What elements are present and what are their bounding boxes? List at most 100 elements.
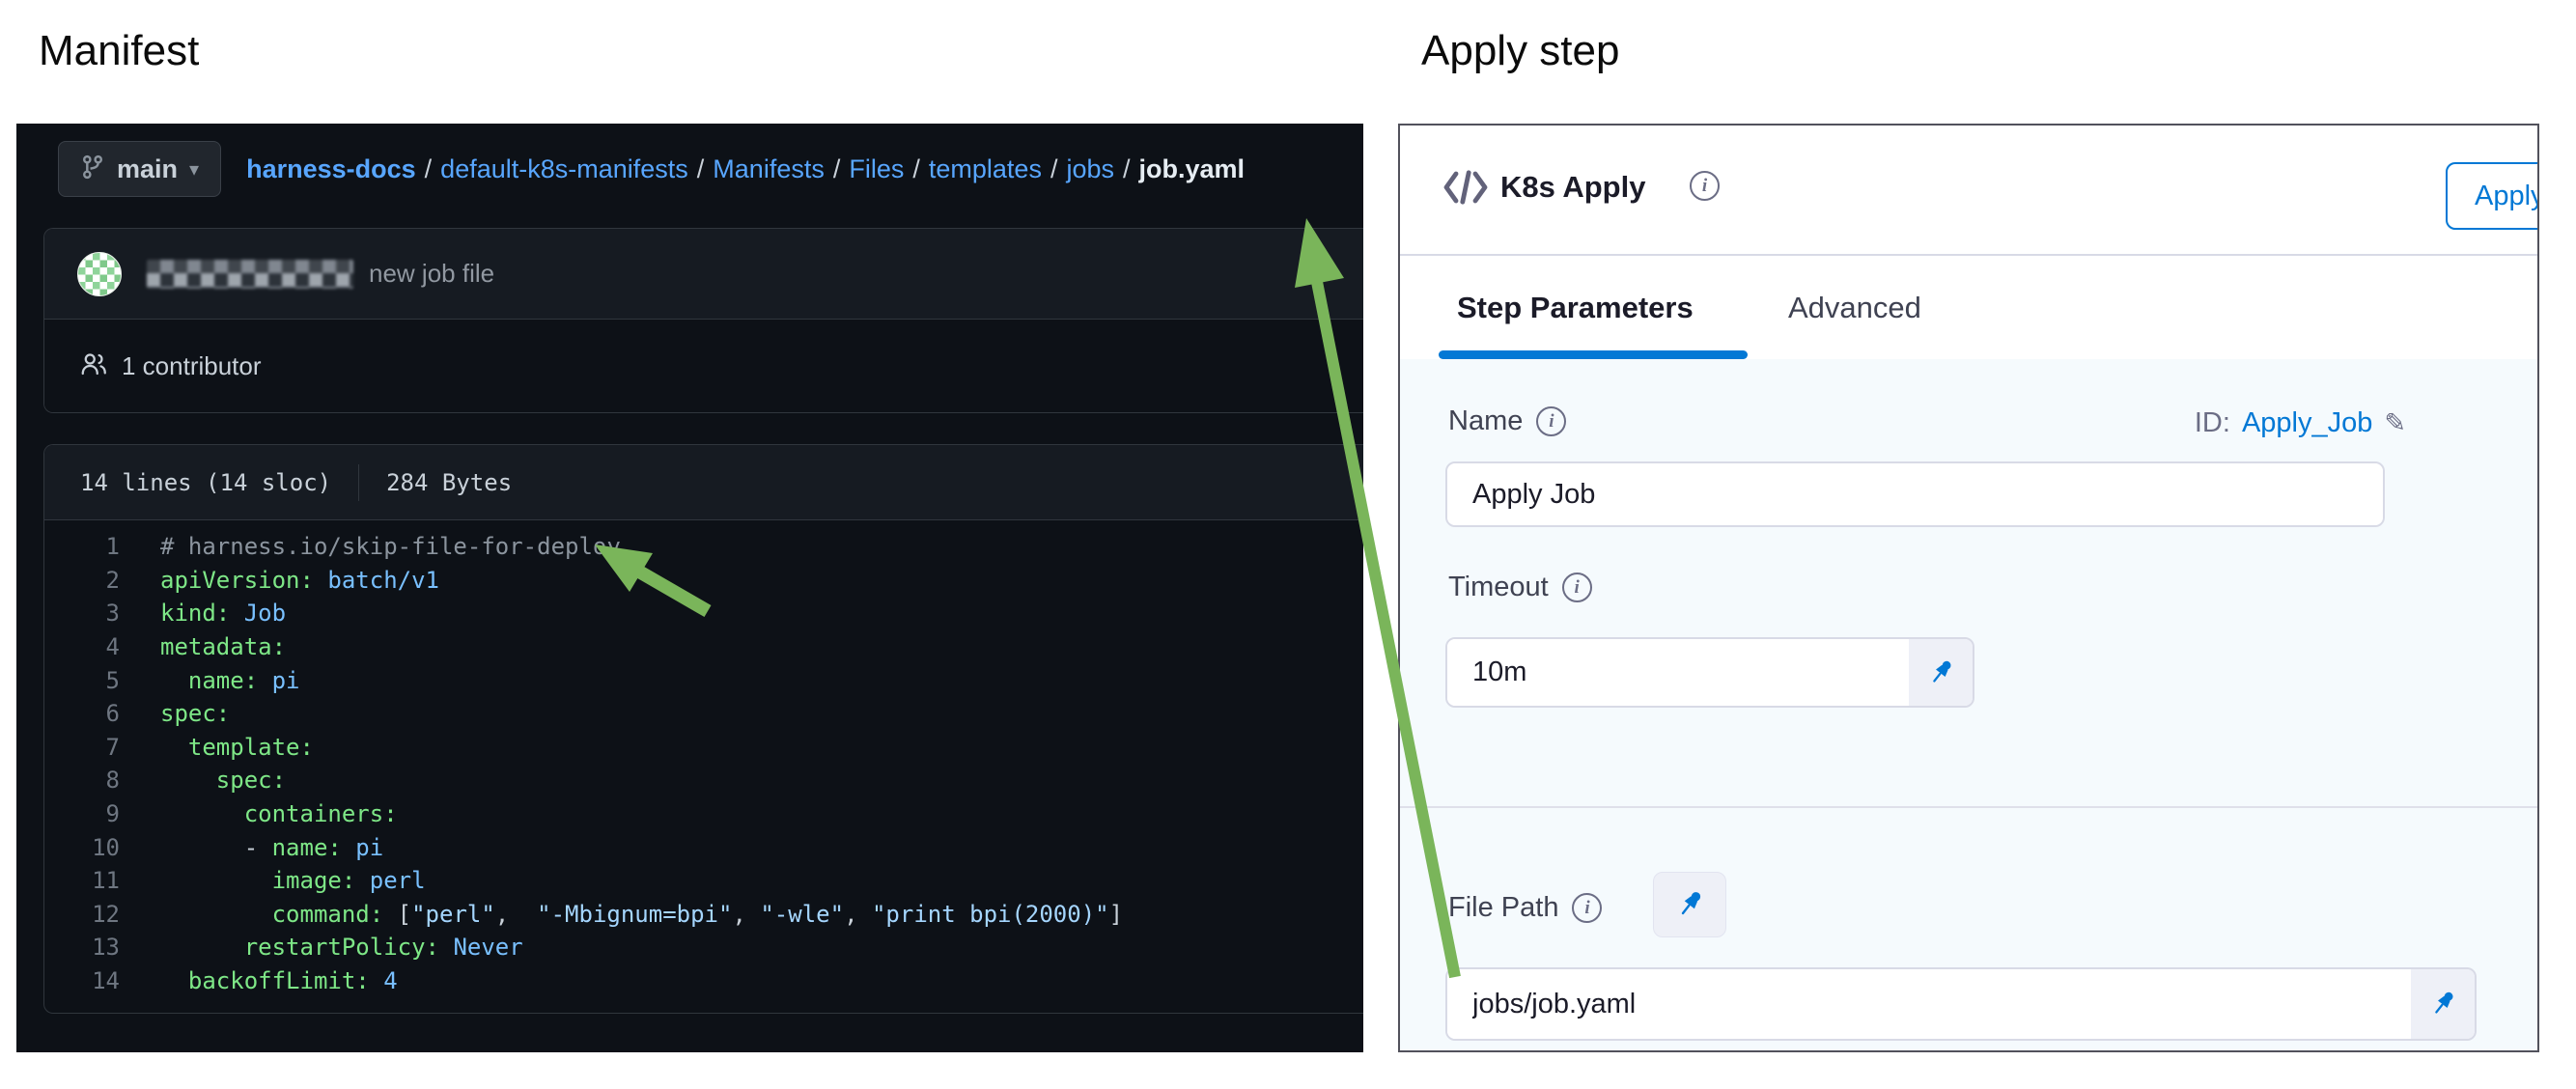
code-line-6: 6spec: [44,697,1363,731]
code-line-4: 4metadata: [44,630,1363,664]
breadcrumb-item-jobs[interactable]: jobs [1066,154,1114,183]
manifest-section-title: Manifest [39,27,199,75]
code-line-3: 3kind: Job [44,597,1363,630]
contributors-count[interactable]: 1 contributor [122,351,262,381]
active-tab-indicator [1439,350,1748,359]
breadcrumb-item-job.yaml: job.yaml [1139,154,1246,183]
pin-icon[interactable] [1909,639,1973,706]
name-input-wrap [1445,461,2385,527]
line-content: kind: Job [120,600,286,627]
avatar[interactable] [77,252,122,296]
branch-name: main [117,154,178,184]
commit-summary-box: new job file 1 contributor [43,228,1363,413]
divider [1400,806,2537,808]
contributors-row: 1 contributor [44,320,1363,413]
line-content: - name: pi [120,834,383,861]
breadcrumb-item-harness-docs[interactable]: harness-docs [246,154,416,183]
line-content: name: pi [120,667,300,694]
breadcrumb-item-default-k8s-manifests[interactable]: default-k8s-manifests [440,154,688,183]
code-line-11: 11 image: perl [44,864,1363,898]
breadcrumb-item-Files[interactable]: Files [849,154,904,183]
lines-info: 14 lines (14 sloc) [80,469,331,496]
apply-changes-button[interactable]: Apply [2446,162,2539,230]
code-viewer[interactable]: 1# harness.io/skip-file-for-deploy2apiVe… [44,520,1363,997]
line-content: backoffLimit: 4 [120,967,398,994]
code-line-7: 7 template: [44,731,1363,765]
info-icon[interactable]: i [1536,406,1566,436]
file-size-info: 284 Bytes [386,469,512,496]
line-content: template: [120,734,314,761]
latest-commit-row: new job file [44,229,1363,320]
breadcrumb-item-Manifests[interactable]: Manifests [713,154,825,183]
name-field-label: Name i [1448,405,1566,437]
branch-selector-button[interactable]: main ▾ [58,141,221,197]
code-line-2: 2apiVersion: batch/v1 [44,564,1363,598]
chevron-down-icon: ▾ [189,157,199,182]
commit-message[interactable]: new job file [369,259,494,289]
breadcrumb-separator: / [416,154,441,183]
timeout-field-label: Timeout i [1448,572,1592,603]
line-number[interactable]: 9 [44,800,120,827]
code-line-1: 1# harness.io/skip-file-for-deploy [44,530,1363,564]
github-topbar: main ▾ harness-docs/default-k8s-manifest… [58,139,1245,199]
divider [358,464,359,501]
line-content: command: ["perl", "-Mbignum=bpi", "-wle"… [120,901,1123,928]
line-number[interactable]: 14 [44,967,120,994]
blob-header: 14 lines (14 sloc) 284 Bytes [44,445,1363,520]
line-content: metadata: [120,633,286,660]
timeout-input-wrap [1445,637,1974,708]
file-path-label-text: File Path [1448,892,1558,924]
line-number[interactable]: 5 [44,667,120,694]
line-number[interactable]: 1 [44,533,120,560]
line-number[interactable]: 10 [44,834,120,861]
step-tabs: Step Parameters Advanced [1400,256,2537,359]
line-number[interactable]: 6 [44,700,120,727]
line-number[interactable]: 7 [44,734,120,761]
file-path-input[interactable] [1447,969,2411,1039]
code-icon [1441,166,1491,213]
tab-step-parameters[interactable]: Step Parameters [1457,291,1694,325]
line-number[interactable]: 11 [44,867,120,894]
git-branch-icon [80,153,105,186]
file-path-field-label: File Path i [1448,892,1602,924]
step-id-block: ID: Apply_Job ✎ [2195,407,2406,439]
code-line-12: 12 command: ["perl", "-Mbignum=bpi", "-w… [44,898,1363,932]
line-number[interactable]: 4 [44,633,120,660]
apply-step-section-title: Apply step [1421,27,1619,75]
line-number[interactable]: 2 [44,567,120,594]
breadcrumb-separator: / [1114,154,1139,183]
breadcrumb-separator: / [1042,154,1067,183]
id-value-link[interactable]: Apply_Job [2242,407,2372,439]
line-content: spec: [120,767,286,794]
line-content: spec: [120,700,230,727]
pin-toggle-button[interactable] [1653,872,1726,937]
code-line-8: 8 spec: [44,764,1363,797]
line-content: image: perl [120,867,426,894]
info-icon[interactable]: i [1562,572,1592,602]
pin-icon[interactable] [2411,969,2475,1039]
id-label: ID: [2195,407,2230,439]
code-line-9: 9 containers: [44,797,1363,831]
edit-pencil-icon[interactable]: ✎ [2384,408,2406,438]
step-parameters-content: Name i ID: Apply_Job ✎ Timeout i File Pa… [1400,359,2537,1050]
breadcrumb-separator: / [688,154,714,183]
step-header: K8s Apply i Apply [1400,126,2537,254]
line-number[interactable]: 8 [44,767,120,794]
tab-advanced[interactable]: Advanced [1788,291,1921,325]
timeout-label-text: Timeout [1448,572,1549,603]
line-number[interactable]: 12 [44,901,120,928]
breadcrumb-separator: / [904,154,929,183]
line-number[interactable]: 13 [44,934,120,961]
info-icon[interactable]: i [1690,171,1720,201]
code-line-13: 13 restartPolicy: Never [44,931,1363,964]
line-content: containers: [120,800,398,827]
breadcrumb-separator: / [825,154,850,183]
info-icon[interactable]: i [1572,893,1602,923]
name-input[interactable] [1447,463,2383,525]
line-content: # harness.io/skip-file-for-deploy [120,533,621,560]
timeout-input[interactable] [1447,639,1909,706]
line-number[interactable]: 3 [44,600,120,627]
file-blob-box: 14 lines (14 sloc) 284 Bytes 1# harness.… [43,444,1363,1014]
breadcrumb-item-templates[interactable]: templates [929,154,1042,183]
code-line-14: 14 backoffLimit: 4 [44,964,1363,998]
